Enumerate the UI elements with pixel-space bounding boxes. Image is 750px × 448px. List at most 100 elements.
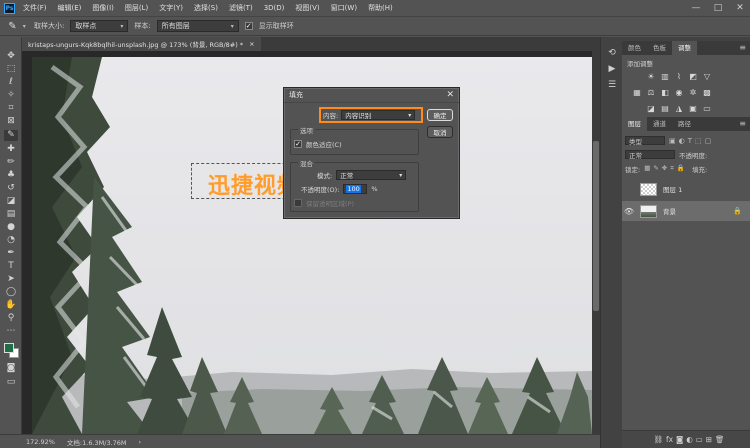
history-panel-icon[interactable]: ⟲ (606, 47, 618, 59)
panel-menu-icon[interactable]: ≡ (739, 41, 746, 55)
link-icon[interactable]: ⛓ (653, 435, 663, 444)
opacity-input[interactable]: 100 (343, 184, 368, 194)
lasso-tool-icon[interactable]: ℓ (4, 77, 18, 88)
quick-select-tool-icon[interactable]: ✧ (4, 90, 18, 101)
menu-view[interactable]: 视图(V) (295, 3, 319, 13)
stamp-tool-icon[interactable]: ♣ (4, 170, 18, 181)
more-tools-icon[interactable]: ⋯ (4, 326, 18, 337)
menu-3d[interactable]: 3D(D) (264, 4, 285, 12)
tab-paths[interactable]: 路径 (672, 117, 697, 131)
close-icon[interactable]: ✕ (446, 90, 454, 100)
zoom-tool-icon[interactable]: ⚲ (4, 313, 18, 324)
layer-filter-icons[interactable]: ▣◐T⬚▢ (669, 137, 714, 145)
vertical-scrollbar[interactable] (592, 51, 600, 434)
color-adapt-checkbox[interactable]: ✓ (294, 140, 302, 148)
maximize-icon[interactable]: □ (712, 2, 724, 14)
mode-select[interactable]: 正常 ▾ (336, 170, 407, 180)
show-ring-checkbox[interactable]: ✓ (244, 22, 253, 30)
menu-image[interactable]: 图像(I) (92, 3, 114, 13)
exposure-icon[interactable]: ◩ (688, 72, 698, 81)
new-layer-icon[interactable]: ⊞ (706, 435, 712, 444)
mask-icon[interactable]: ◙ (676, 435, 683, 444)
tab-close-icon[interactable]: × (249, 40, 254, 48)
layer-row[interactable]: 👁 背景 🔒 (622, 201, 750, 221)
vibrance-icon[interactable]: ▽ (702, 72, 712, 81)
hue-saturation-icon[interactable]: ▦ (632, 88, 642, 97)
content-select[interactable]: 内容识别 ▾ (341, 110, 416, 120)
foreground-color-swatch[interactable] (4, 343, 14, 353)
menu-type[interactable]: 文字(Y) (159, 3, 183, 13)
crop-tool-icon[interactable]: ⌗ (4, 103, 18, 114)
menu-file[interactable]: 文件(F) (23, 3, 47, 13)
screen-mode-icon[interactable]: ▭ (4, 377, 18, 388)
eyedropper-tool-icon[interactable]: ✎ (4, 130, 18, 141)
scrollbar-thumb[interactable] (593, 141, 599, 311)
marquee-tool-icon[interactable]: ⬚ (4, 64, 18, 75)
history-brush-icon[interactable]: ↺ (4, 183, 18, 194)
hand-tool-icon[interactable]: ✋ (4, 300, 18, 311)
eyedropper-icon[interactable]: ✎ ▾ (6, 19, 28, 33)
zoom-level[interactable]: 172.92% (26, 438, 55, 446)
brush-tool-icon[interactable]: ✏ (4, 157, 18, 168)
color-lookup-icon[interactable]: ▩ (702, 88, 712, 97)
black-white-icon[interactable]: ◧ (660, 88, 670, 97)
adjustment-icon[interactable]: ◐ (686, 435, 693, 444)
folder-icon[interactable]: ▭ (696, 435, 703, 444)
eraser-tool-icon[interactable]: ◪ (4, 196, 18, 207)
menu-filter[interactable]: 滤镜(T) (229, 3, 253, 13)
layer-row[interactable]: 图层 1 (622, 179, 750, 199)
minimize-icon[interactable]: — (690, 2, 702, 14)
blur-tool-icon[interactable]: ● (4, 222, 18, 233)
tab-adjustments[interactable]: 调整 (672, 41, 697, 55)
levels-icon[interactable]: ▥ (660, 72, 670, 81)
selective-color-icon[interactable]: ▣ (688, 104, 698, 113)
posterize-icon[interactable]: ▤ (660, 104, 670, 113)
tab-swatches[interactable]: 色板 (647, 41, 672, 55)
menu-help[interactable]: 帮助(H) (368, 3, 393, 13)
preserve-checkbox[interactable] (294, 199, 302, 207)
dodge-tool-icon[interactable]: ◔ (4, 235, 18, 246)
channel-mixer-icon[interactable]: ✲ (688, 88, 698, 97)
quick-mask-icon[interactable]: ◙ (4, 363, 18, 374)
invert-icon[interactable]: ◪ (646, 104, 656, 113)
move-tool-icon[interactable]: ✥ (4, 51, 18, 62)
status-arrow-icon[interactable]: › (139, 438, 142, 446)
eye-icon[interactable]: 👁 (622, 207, 636, 216)
blend-mode-select[interactable]: 正常 (625, 150, 675, 160)
play-action-icon[interactable]: ▶ (606, 63, 618, 75)
menu-layer[interactable]: 图层(L) (125, 3, 148, 13)
gradient-map-icon[interactable]: ▭ (702, 104, 712, 113)
sample-select[interactable]: 所有图层 ▾ (156, 20, 239, 32)
tab-color[interactable]: 颜色 (622, 41, 647, 55)
close-icon[interactable]: ✕ (734, 2, 746, 14)
ellipse-tool-icon[interactable]: ◯ (4, 287, 18, 298)
ok-button[interactable]: 确定 (427, 109, 453, 121)
cancel-button[interactable]: 取消 (427, 126, 453, 138)
curves-icon[interactable]: ⌇ (674, 72, 684, 81)
type-tool-icon[interactable]: T (4, 261, 18, 272)
tab-layers[interactable]: 图层 (622, 117, 647, 131)
frame-tool-icon[interactable]: ⊠ (4, 116, 18, 127)
panel-menu-icon[interactable]: ≡ (739, 117, 746, 131)
tab-channels[interactable]: 通道 (647, 117, 672, 131)
sample-size-select[interactable]: 取样点 ▾ (70, 20, 129, 32)
menu-edit[interactable]: 编辑(E) (58, 3, 82, 13)
menu-select[interactable]: 选择(S) (194, 3, 218, 13)
menu-window[interactable]: 窗口(W) (331, 3, 357, 13)
threshold-icon[interactable]: ◮ (674, 104, 684, 113)
path-select-icon[interactable]: ➤ (4, 274, 18, 285)
document-tab[interactable]: kristaps-ungurs-Kqk8bqlhil-unsplash.jpg … (22, 37, 261, 51)
lock-icons[interactable]: ▦✎✥⌗🔒 (644, 164, 688, 173)
properties-panel-icon[interactable]: ☰ (606, 79, 618, 91)
color-balance-icon[interactable]: ⚖ (646, 88, 656, 97)
brightness-icon[interactable]: ☀ (646, 72, 656, 81)
layers-footer: ⛓ fx ◙ ◐ ▭ ⊞ 🗑 (622, 430, 750, 448)
photo-filter-icon[interactable]: ◉ (674, 88, 684, 97)
pen-tool-icon[interactable]: ✒ (4, 248, 18, 259)
trash-icon[interactable]: 🗑 (715, 435, 725, 444)
layer-kind-select[interactable]: 类型 (625, 136, 665, 146)
gradient-tool-icon[interactable]: ▤ (4, 209, 18, 220)
dialog-title-bar[interactable]: 填充 ✕ (284, 88, 459, 103)
healing-brush-icon[interactable]: ✚ (4, 144, 18, 155)
fx-icon[interactable]: fx (666, 435, 673, 444)
